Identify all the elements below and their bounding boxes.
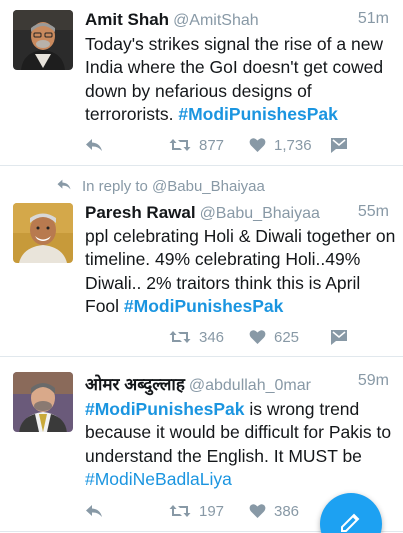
tweet-timestamp[interactable]: 51m — [358, 10, 389, 28]
direct-message-button[interactable] — [331, 326, 347, 348]
tweet-text: #ModiPunishesPak is wrong trend because … — [85, 398, 397, 492]
tweet-divider — [0, 165, 403, 166]
reply-button[interactable] — [85, 134, 103, 156]
author-name[interactable]: ओमर अब्दुल्लाह — [85, 375, 185, 394]
hashtag-link[interactable]: #ModiPunishesPak — [124, 296, 284, 316]
hashtag-link[interactable]: #ModiPunishesPak — [85, 399, 245, 419]
reply-button[interactable] — [85, 500, 103, 522]
reply-context-icon — [56, 178, 82, 195]
reply-context-text[interactable]: In reply to @Babu_Bhaiyaa — [82, 178, 265, 195]
retweet-icon — [169, 329, 191, 345]
retweet-icon — [169, 137, 191, 153]
hashtag-link-secondary[interactable]: #ModiNeBadlaLiya — [85, 469, 232, 489]
like-count: 386 — [274, 502, 300, 520]
avatar-omar-abdullah[interactable] — [13, 372, 73, 432]
tweet-actions: 877 1,736 — [85, 134, 385, 156]
hashtag-link[interactable]: #ModiPunishesPak — [178, 104, 338, 124]
tweet-paresh-rawal[interactable]: Paresh Rawal @Babu_Bhaiyaa 55m ppl celebr… — [0, 196, 403, 354]
tweet-text: ppl celebrating Holi & Diwali together o… — [85, 225, 397, 319]
tweet-text: Today's strikes signal the rise of a new… — [85, 33, 397, 127]
tweet-timestamp[interactable]: 55m — [358, 203, 389, 221]
tweet-timestamp[interactable]: 59m — [358, 372, 389, 390]
like-button[interactable]: 1,736 — [249, 134, 312, 156]
retweet-icon — [169, 503, 191, 519]
retweet-button[interactable]: 346 — [169, 326, 224, 348]
retweet-button[interactable]: 877 — [169, 134, 224, 156]
direct-message-icon — [331, 329, 347, 345]
author-handle[interactable]: @AmitShah — [173, 12, 259, 29]
direct-message-icon — [331, 137, 347, 153]
author-handle[interactable]: @Babu_Bhaiyaa — [200, 205, 320, 222]
author-name[interactable]: Paresh Rawal — [85, 203, 196, 222]
reply-icon — [85, 137, 103, 153]
heart-icon — [249, 137, 266, 153]
direct-message-button[interactable] — [331, 134, 347, 156]
author-name[interactable]: Amit Shah — [85, 10, 169, 29]
heart-icon — [249, 329, 266, 345]
retweet-count: 346 — [199, 328, 225, 346]
reply-icon — [85, 503, 103, 519]
like-count: 625 — [274, 328, 300, 346]
like-button[interactable]: 625 — [249, 326, 299, 348]
retweet-count: 197 — [199, 502, 225, 520]
tweet-actions: 346 625 — [85, 326, 385, 348]
like-count: 1,736 — [274, 136, 312, 154]
avatar-paresh-rawal[interactable] — [13, 203, 73, 263]
like-button[interactable]: 386 — [249, 500, 299, 522]
retweet-button[interactable]: 197 — [169, 500, 224, 522]
avatar-amit-shah[interactable] — [13, 10, 73, 70]
tweet-amit-shah[interactable]: Amit Shah @AmitShah 51m Today's strikes s… — [0, 0, 403, 165]
author-handle[interactable]: @abdullah_0mar — [189, 377, 311, 394]
reply-context[interactable]: In reply to @Babu_Bhaiyaa — [56, 176, 265, 196]
retweet-count: 877 — [199, 136, 225, 154]
heart-icon — [249, 503, 266, 519]
